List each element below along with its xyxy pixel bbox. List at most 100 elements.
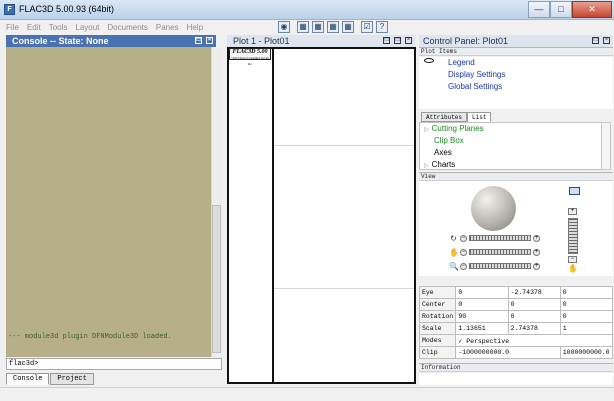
information-panel [419, 373, 613, 385]
console-header: Console -- State: None ▭ × [6, 35, 216, 47]
table-row: Scale 1.13651 2.74378 1 [418, 322, 614, 335]
decrease-icon[interactable]: − [568, 256, 577, 263]
app-icon: F [4, 4, 15, 15]
increase-icon[interactable]: + [533, 262, 540, 270]
control-tabs: Attributes List [421, 112, 492, 122]
list-item-charts[interactable]: ▷ Charts [424, 160, 455, 169]
plot-item-display-settings[interactable]: Display Settings [448, 70, 505, 79]
minimize-icon[interactable]: ▭ [383, 37, 390, 44]
center-z-field[interactable]: 0 [559, 298, 614, 311]
maximize-button[interactable]: □ [550, 1, 572, 18]
console-output[interactable] [6, 47, 211, 357]
eye-z-field[interactable]: 0 [559, 286, 614, 299]
grid-icon[interactable]: ▦ [297, 21, 309, 33]
rotation-z-field[interactable]: 0 [559, 310, 614, 323]
status-bar [0, 387, 614, 401]
perspective-checkbox[interactable]: ✓ Perspective [455, 334, 613, 347]
control-panel-title: Control Panel: Plot01 [423, 36, 509, 46]
rotate-slider[interactable] [469, 235, 531, 241]
plot-item-legend[interactable]: Legend [448, 58, 475, 67]
scale-y-field[interactable]: 2.74378 [507, 322, 561, 335]
increase-icon[interactable]: + [533, 248, 540, 256]
pan-slider[interactable] [469, 249, 531, 255]
menu-help[interactable]: Help [187, 23, 203, 32]
grid-icon[interactable]: ▦ [312, 21, 324, 33]
increase-icon[interactable]: + [568, 208, 577, 215]
plot-logo: FLAC3D 5.00 ©2013 Itasca Consulting Grou… [229, 48, 271, 66]
eye-icon[interactable] [424, 58, 434, 63]
window-title: FLAC3D 5.00.93 (64bit) [19, 4, 115, 14]
tab-project[interactable]: Project [50, 373, 94, 385]
center-y-field[interactable]: 0 [507, 298, 561, 311]
menu-edit[interactable]: Edit [27, 23, 41, 32]
plot-title: Plot 1 - Plot01 [233, 36, 290, 46]
check-icon[interactable]: ☑ [361, 21, 373, 33]
clip-far-field[interactable]: 1000000000.0 [559, 346, 614, 359]
menu-layout[interactable]: Layout [75, 23, 99, 32]
screen-icon[interactable] [569, 187, 580, 195]
plot-header: Plot 1 - Plot01 ▭ ▭ × [227, 35, 415, 47]
tab-attributes[interactable]: Attributes [421, 112, 468, 122]
plot-canvas[interactable] [227, 47, 416, 384]
help-icon[interactable]: ? [376, 21, 388, 33]
menu-documents[interactable]: Documents [107, 23, 147, 32]
scale-x-field[interactable]: 1.13651 [455, 322, 509, 335]
expand-arrow-icon[interactable]: ▷ [424, 127, 429, 133]
restore-icon[interactable]: ▭ [195, 37, 202, 44]
command-prompt: flac3d> [9, 360, 39, 368]
pane-close-icon[interactable]: × [405, 37, 412, 44]
plot-guide-line [274, 145, 414, 146]
menu-tools[interactable]: Tools [49, 23, 68, 32]
tab-console[interactable]: Console [6, 373, 50, 385]
decrease-icon[interactable]: − [460, 248, 467, 256]
menu-panes[interactable]: Panes [156, 23, 179, 32]
plot-guide-line [274, 288, 414, 289]
close-button[interactable]: ✕ [572, 1, 612, 18]
vertical-pan-slider[interactable] [568, 218, 578, 254]
rotate-slider-row: ↻ − + [449, 234, 540, 243]
eye-y-field[interactable]: -2.74378 [507, 286, 561, 299]
information-header: Information [419, 363, 613, 372]
restore-icon[interactable]: ▭ [394, 37, 401, 44]
pane-close-icon[interactable]: × [603, 37, 610, 44]
minimize-button[interactable]: — [528, 1, 550, 18]
expand-arrow-icon[interactable]: ▷ [424, 163, 429, 169]
list-scrollbar[interactable] [601, 122, 611, 170]
menu-file[interactable]: File [6, 23, 19, 32]
plot-divider [272, 47, 274, 384]
list-item-cutting-planes[interactable]: ▷ Cutting Planes [424, 124, 484, 133]
console-title: Console -- State: None [12, 36, 109, 46]
zoom-slider[interactable] [469, 263, 531, 269]
increase-icon[interactable]: + [533, 234, 540, 242]
check-icon: ✓ [458, 337, 463, 345]
decrease-icon[interactable]: − [460, 234, 467, 242]
table-row: Center 0 0 0 [418, 298, 614, 311]
plot-logo-subtext: ©2013 Itasca Consulting Group, Inc. [230, 56, 270, 66]
rotation-x-field[interactable]: 90 [455, 310, 509, 323]
rotation-sphere[interactable] [471, 186, 516, 231]
rotation-y-field[interactable]: 0 [507, 310, 561, 323]
eye-x-field[interactable]: 0 [455, 286, 509, 299]
plot-item-global-settings[interactable]: Global Settings [448, 82, 502, 91]
plot-items-header: Plot Items [419, 47, 613, 56]
list-item-clip-box[interactable]: Clip Box [434, 136, 464, 145]
table-row: Clip -1000000000.0 1000000000.0 [418, 346, 614, 359]
command-input[interactable]: flac3d> [6, 358, 222, 370]
scale-z-field[interactable]: 1 [559, 322, 614, 335]
console-scroll-thumb[interactable] [212, 205, 221, 353]
pan-slider-row: ✋ − + [449, 248, 540, 257]
globe-icon[interactable]: ◉ [278, 21, 290, 33]
decrease-icon[interactable]: − [460, 262, 467, 270]
center-x-field[interactable]: 0 [455, 298, 509, 311]
grid-icon[interactable]: ▦ [327, 21, 339, 33]
clip-near-field[interactable]: -1000000000.0 [455, 346, 561, 359]
toolbar: ◉ ▦ ▦ ▦ ▦ ☑ ? [278, 21, 388, 34]
restore-icon[interactable]: ▭ [592, 37, 599, 44]
pane-close-icon[interactable]: × [206, 37, 213, 44]
tab-list[interactable]: List [467, 112, 492, 122]
table-row: Modes ✓ Perspective [418, 334, 613, 347]
grid-icon[interactable]: ▦ [342, 21, 354, 33]
list-item-axes[interactable]: Axes [434, 148, 452, 157]
window-controls: — □ ✕ [528, 1, 612, 18]
control-panel-header: Control Panel: Plot01 ▭ × [419, 35, 613, 47]
